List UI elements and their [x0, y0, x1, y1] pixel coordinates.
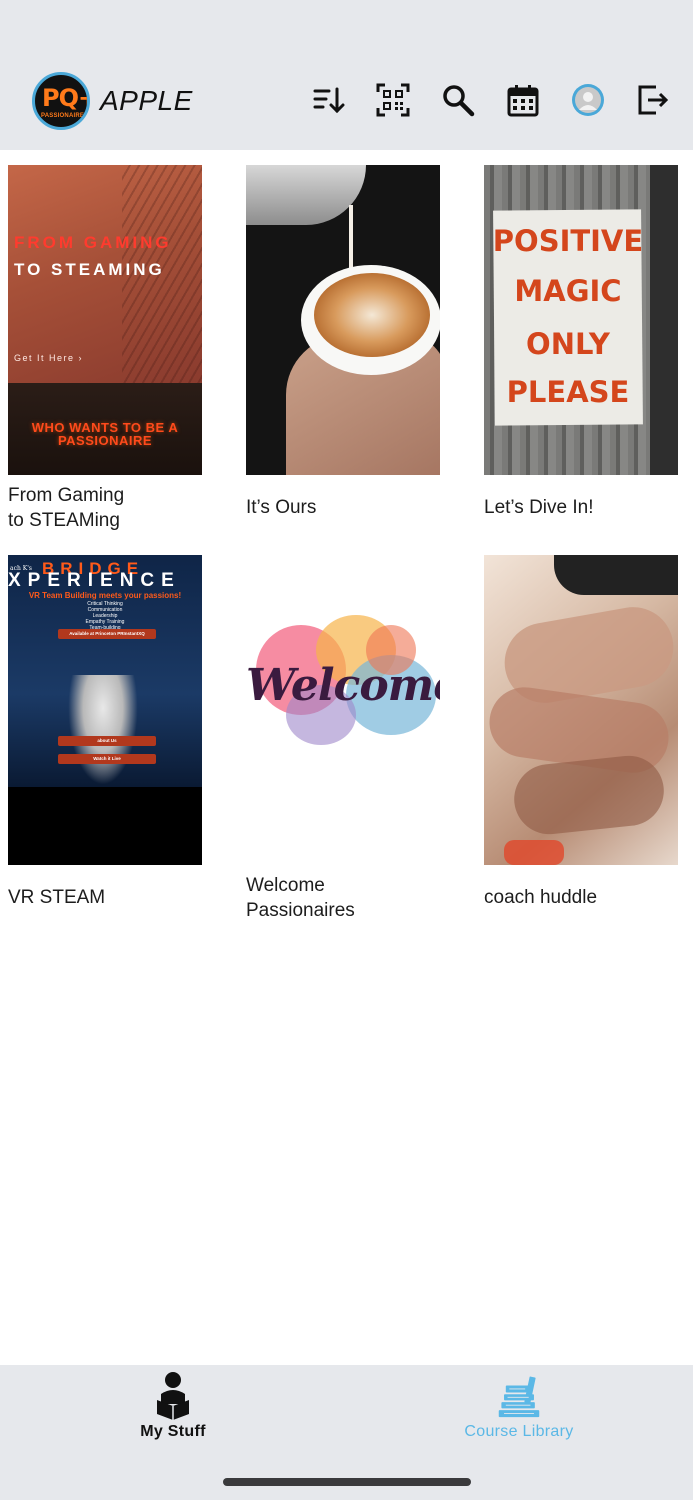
sort-button[interactable] [308, 80, 348, 120]
header-toolbar [300, 80, 675, 122]
thumbnail-skills: Critical Thinking Communication Leadersh… [85, 601, 125, 631]
course-title: VR STEAM [8, 887, 106, 908]
brand-area: PQ+ PASSIONAIRE APPLE [32, 72, 193, 130]
tab-label: Course Library [464, 1423, 574, 1440]
profile-button[interactable] [568, 80, 608, 120]
thumbnail-word: Welcome [246, 660, 440, 711]
course-card[interactable]: Welcome Welcome Passionaires [246, 555, 440, 923]
app-header: PQ+ PASSIONAIRE APPLE [0, 0, 693, 150]
qr-scan-button[interactable] [373, 80, 413, 120]
sign-word: PLEASE [506, 375, 630, 409]
course-title: It’s Ours [246, 497, 317, 518]
course-thumbnail: ach K's BRIDGE XPERIENCE VR Team Buildin… [8, 555, 202, 865]
bottom-tab-bar: My Stuff Course Library [0, 1365, 693, 1500]
logout-button[interactable] [633, 80, 673, 120]
logo[interactable]: PQ+ PASSIONAIRE [32, 72, 90, 130]
thumbnail-figure [68, 675, 138, 785]
logo-subtext: PASSIONAIRE [41, 113, 85, 119]
course-title: Welcome Passionaires [246, 875, 355, 921]
search-button[interactable] [438, 80, 478, 120]
calendar-button[interactable] [503, 80, 543, 120]
course-thumbnail: FROM GAMING TO STEAMING Get It Here › WH… [8, 165, 202, 475]
thumbnail-headline: TO STEAMING [14, 260, 165, 279]
logo-mark: PQ+ [42, 84, 87, 112]
calendar-icon [507, 85, 539, 117]
sign-word: MAGIC [514, 274, 622, 308]
books-icon [498, 1376, 540, 1418]
course-card[interactable]: It’s Ours [246, 165, 440, 520]
course-title: coach huddle [484, 887, 598, 908]
search-icon [443, 85, 475, 117]
tab-my-stuff[interactable]: My Stuff [53, 1365, 293, 1455]
reading-person-icon [157, 1372, 189, 1420]
course-thumbnail: Welcome [246, 555, 440, 865]
tab-course-library[interactable]: Course Library [399, 1365, 639, 1455]
sort-descending-icon [313, 87, 345, 114]
course-title: Let’s Dive In! [484, 497, 594, 518]
home-indicator [223, 1478, 471, 1486]
qr-code-icon [376, 83, 410, 117]
thumbnail-banner: WHO WANTS TO BE A PASSIONAIRE [31, 420, 179, 448]
thumbnail-button: Available at Princeton PRInstantXQ [58, 629, 156, 639]
course-card[interactable]: POSITIVE MAGIC ONLY PLEASE Let’s Dive In… [484, 165, 678, 520]
course-title: From Gaming to STEAMing [8, 485, 125, 531]
course-thumbnail [246, 165, 440, 475]
thumbnail-button: about Us [58, 736, 156, 746]
logout-icon [638, 85, 669, 115]
thumbnail-headline: XPERIENCE [8, 570, 181, 591]
thumbnail-pitcher [246, 165, 366, 225]
thumbnail-sleeve [554, 555, 678, 595]
course-card[interactable]: FROM GAMING TO STEAMING Get It Here › WH… [8, 165, 202, 533]
tab-label: My Stuff [140, 1423, 206, 1440]
thumbnail-cta: Get It Here › [14, 353, 84, 363]
thumbnail-headline: FROM GAMING [14, 233, 172, 252]
thumbnail-button: Watch it Live [58, 754, 156, 764]
course-card[interactable]: ach K's BRIDGE XPERIENCE VR Team Buildin… [8, 555, 202, 910]
avatar [572, 84, 604, 116]
sign-word: ONLY [526, 327, 610, 361]
sign-word: POSITIVE [492, 224, 644, 258]
course-card[interactable]: coach huddle [484, 555, 678, 910]
thumbnail-post [650, 165, 678, 475]
thumbnail-tagline: VR Team Building meets your passions! [28, 591, 182, 600]
brand-name: APPLE [100, 85, 193, 116]
course-thumbnail [484, 555, 678, 865]
thumbnail-latte-art [314, 273, 430, 357]
course-thumbnail: POSITIVE MAGIC ONLY PLEASE [484, 165, 678, 475]
thumbnail-accent [504, 840, 564, 865]
